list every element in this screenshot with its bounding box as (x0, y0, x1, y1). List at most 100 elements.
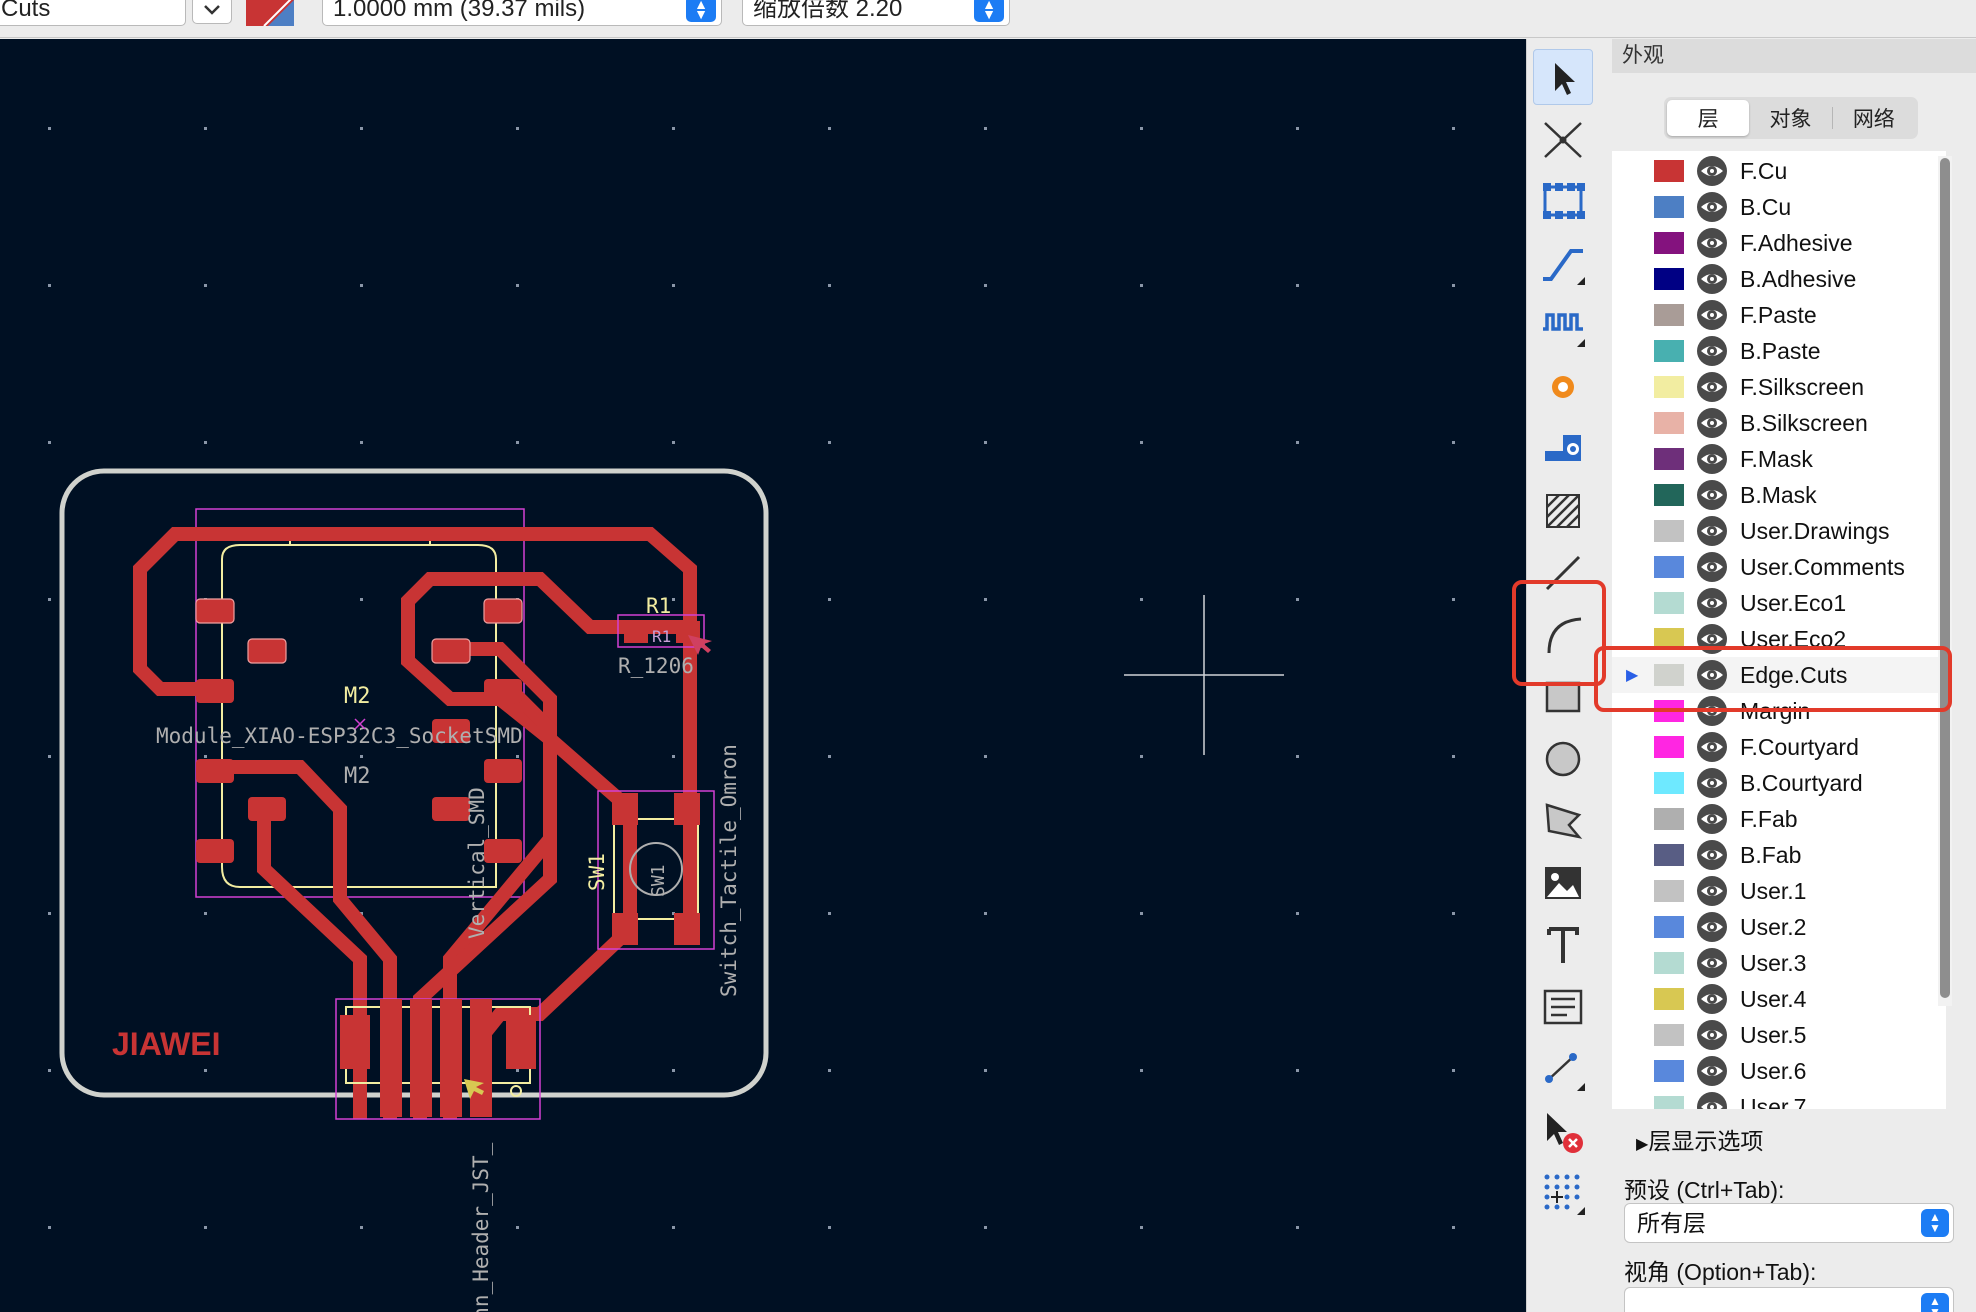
tab-objects[interactable]: 对象 (1749, 100, 1831, 136)
visibility-eye-icon[interactable] (1696, 911, 1728, 943)
add-dimension-button[interactable] (1533, 1041, 1593, 1097)
layer-color-swatch[interactable] (1654, 232, 1684, 254)
layer-row[interactable]: F.Courtyard (1612, 729, 1946, 765)
visibility-eye-icon[interactable] (1696, 1091, 1728, 1109)
add-microvia-button[interactable] (1533, 421, 1593, 477)
add-textbox-button[interactable] (1533, 979, 1593, 1035)
visibility-eye-icon[interactable] (1696, 299, 1728, 331)
layer-select[interactable]: Cuts (0, 0, 186, 26)
track-width-stepper[interactable]: ▲ ▼ (686, 0, 716, 22)
visibility-eye-icon[interactable] (1696, 155, 1728, 187)
layer-color-swatch[interactable] (1654, 844, 1684, 866)
layer-color-swatch[interactable] (1654, 1096, 1684, 1109)
tab-nets[interactable]: 网络 (1833, 100, 1915, 136)
layer-color-swatch[interactable] (1654, 988, 1684, 1010)
visibility-eye-icon[interactable] (1696, 839, 1728, 871)
layer-row[interactable]: User.6 (1612, 1053, 1946, 1089)
add-text-button[interactable] (1533, 917, 1593, 973)
pcb-canvas[interactable]: R1 R1 R_1206 SW1 SW1 Switch_Tactile_Omro… (0, 39, 1526, 1312)
grid-origin-button[interactable] (1533, 1165, 1593, 1221)
layer-color-swatch[interactable] (1654, 1024, 1684, 1046)
visibility-eye-icon[interactable] (1696, 767, 1728, 799)
add-zone-button[interactable] (1533, 483, 1593, 539)
select-tool-button[interactable] (1533, 49, 1593, 105)
layer-color-swatch[interactable] (1654, 160, 1684, 182)
visibility-eye-icon[interactable] (1696, 263, 1728, 295)
add-image-button[interactable] (1533, 855, 1593, 911)
zoom-stepper[interactable]: ▲ ▼ (974, 0, 1004, 22)
visibility-eye-icon[interactable] (1696, 371, 1728, 403)
visibility-eye-icon[interactable] (1696, 551, 1728, 583)
tab-layers[interactable]: 层 (1667, 100, 1750, 136)
layer-color-swatch[interactable] (1654, 808, 1684, 830)
layer-display-options[interactable]: ▶层显示选项 (1636, 1122, 1763, 1156)
layer-row[interactable]: F.Silkscreen (1612, 369, 1946, 405)
layer-row[interactable]: B.Paste (1612, 333, 1946, 369)
visibility-eye-icon[interactable] (1696, 587, 1728, 619)
visibility-eye-icon[interactable] (1696, 479, 1728, 511)
layer-color-swatch[interactable] (1654, 268, 1684, 290)
view-select[interactable]: ▲ ▼ (1624, 1287, 1954, 1312)
layer-color-swatch[interactable] (1654, 736, 1684, 758)
layer-row[interactable]: User.5 (1612, 1017, 1946, 1053)
visibility-eye-icon[interactable] (1696, 335, 1728, 367)
layer-row[interactable]: User.2 (1612, 909, 1946, 945)
delete-tool-button[interactable] (1533, 1103, 1593, 1159)
layer-row[interactable]: F.Paste (1612, 297, 1946, 333)
layer-row[interactable]: User.3 (1612, 945, 1946, 981)
layer-row[interactable]: F.Adhesive (1612, 225, 1946, 261)
visibility-eye-icon[interactable] (1696, 443, 1728, 475)
layer-color-swatch[interactable] (1654, 592, 1684, 614)
draw-polygon-button[interactable] (1533, 793, 1593, 849)
layer-color-swatch[interactable] (1654, 916, 1684, 938)
layer-row[interactable]: User.Comments (1612, 549, 1946, 585)
visibility-eye-icon[interactable] (1696, 191, 1728, 223)
layer-row[interactable]: B.Silkscreen (1612, 405, 1946, 441)
layer-row[interactable]: B.Courtyard (1612, 765, 1946, 801)
layer-row[interactable]: B.Fab (1612, 837, 1946, 873)
preset-select[interactable]: 所有层 ▲ ▼ (1624, 1203, 1954, 1243)
zoom-select[interactable]: 缩放倍数 2.20 (742, 0, 1010, 26)
visibility-eye-icon[interactable] (1696, 227, 1728, 259)
layer-color-swatch[interactable] (1654, 952, 1684, 974)
layer-color-swatch[interactable] (1654, 880, 1684, 902)
visibility-eye-icon[interactable] (1696, 515, 1728, 547)
layer-color-swatch[interactable] (1654, 340, 1684, 362)
visibility-eye-icon[interactable] (1696, 731, 1728, 763)
layer-row[interactable]: B.Adhesive (1612, 261, 1946, 297)
layer-row[interactable]: F.Fab (1612, 801, 1946, 837)
layer-row[interactable]: F.Cu (1612, 153, 1946, 189)
layer-color-swatch[interactable] (1654, 520, 1684, 542)
layer-color-swatch[interactable] (1654, 1060, 1684, 1082)
layer-row[interactable]: User.Eco1 (1612, 585, 1946, 621)
visibility-eye-icon[interactable] (1696, 983, 1728, 1015)
add-via-button[interactable] (1533, 359, 1593, 415)
layer-row[interactable]: F.Mask (1612, 441, 1946, 477)
layer-row[interactable]: User.Drawings (1612, 513, 1946, 549)
visibility-eye-icon[interactable] (1696, 407, 1728, 439)
layer-row[interactable]: User.1 (1612, 873, 1946, 909)
add-footprint-button[interactable] (1533, 173, 1593, 229)
visibility-eye-icon[interactable] (1696, 803, 1728, 835)
layer-color-swatch[interactable] (1654, 412, 1684, 434)
layer-select-dropdown-button[interactable] (192, 0, 232, 24)
visibility-eye-icon[interactable] (1696, 875, 1728, 907)
visibility-eye-icon[interactable] (1696, 1055, 1728, 1087)
draw-circle-button[interactable] (1533, 731, 1593, 787)
tune-length-button[interactable] (1533, 297, 1593, 353)
scrollbar-thumb[interactable] (1940, 158, 1950, 998)
layer-color-swatch[interactable] (1654, 376, 1684, 398)
layer-list-scrollbar[interactable] (1938, 156, 1952, 1006)
layer-row[interactable]: User.4 (1612, 981, 1946, 1017)
layer-row[interactable]: B.Cu (1612, 189, 1946, 225)
layer-color-swatch[interactable] (1654, 196, 1684, 218)
route-track-button[interactable] (1533, 235, 1593, 291)
layer-color-swatch[interactable] (1654, 484, 1684, 506)
track-width-select[interactable]: 1.0000 mm (39.37 mils) (322, 0, 722, 26)
layer-row[interactable]: User.7 (1612, 1089, 1946, 1109)
layer-row[interactable]: B.Mask (1612, 477, 1946, 513)
layer-color-swatch[interactable] (1654, 304, 1684, 326)
layer-color-swatch[interactable] (1654, 448, 1684, 470)
layer-pair-icon[interactable] (246, 0, 294, 26)
visibility-eye-icon[interactable] (1696, 947, 1728, 979)
